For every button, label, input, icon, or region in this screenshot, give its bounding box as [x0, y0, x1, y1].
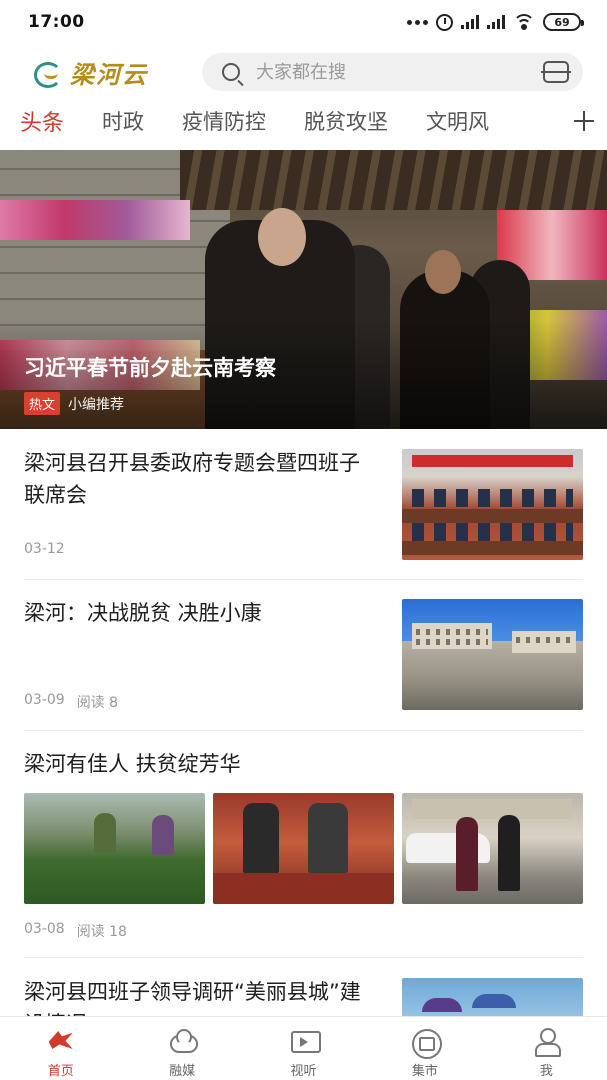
- tab-headline[interactable]: 头条: [20, 105, 64, 137]
- news-date: 03-08: [24, 921, 65, 937]
- news-thumbnail: [402, 978, 583, 1016]
- bottom-nav: 首页 融媒 视听 集市 我: [0, 1016, 607, 1080]
- news-item[interactable]: 梁河：决战脱贫 决胜小康 03-09 阅读 8: [0, 580, 607, 730]
- news-meta: 03-09 阅读 8: [24, 692, 118, 712]
- battery-icon: 69: [543, 13, 584, 31]
- nav-label: 视听: [290, 1064, 317, 1079]
- signal-icon-2: [487, 15, 505, 29]
- tab-politics[interactable]: 时政: [102, 106, 144, 136]
- plus-icon: [574, 111, 594, 131]
- tv-play-icon: [289, 1027, 321, 1055]
- nav-label: 我: [539, 1064, 553, 1079]
- search-input[interactable]: [256, 61, 543, 83]
- wifi-icon: [513, 14, 535, 30]
- news-thumbnail: [402, 793, 583, 904]
- hero-title: 习近平春节前夕赴云南考察: [24, 356, 276, 380]
- news-title: 梁河：决战脱贫 决胜小康: [24, 601, 262, 625]
- news-thumbnail: [213, 793, 394, 904]
- status-icons: 69: [407, 13, 584, 31]
- nav-label: 首页: [47, 1064, 74, 1079]
- tab-epidemic[interactable]: 疫情防控: [182, 106, 266, 136]
- news-thumbnail: [24, 793, 205, 904]
- news-title: 梁河县召开县委政府专题会暨四班子联席会: [24, 451, 360, 507]
- hero-photo-goods: [0, 200, 190, 240]
- cloud-icon: [167, 1027, 199, 1055]
- news-date: 03-09: [24, 692, 65, 708]
- user-icon: [531, 1027, 562, 1057]
- app-logo[interactable]: 梁河云: [34, 54, 174, 90]
- logo-mark-icon: [34, 60, 64, 88]
- search-box[interactable]: [202, 53, 583, 91]
- news-thumbnail: [402, 599, 583, 710]
- scan-icon[interactable]: [541, 61, 571, 83]
- add-channel-button[interactable]: [561, 98, 607, 144]
- hero-photo-head: [258, 208, 306, 266]
- tab-poverty[interactable]: 脱贫攻坚: [304, 106, 388, 136]
- news-item[interactable]: 梁河县召开县委政府专题会暨四班子联席会 03-12: [0, 429, 607, 579]
- nav-me[interactable]: 我: [486, 1017, 607, 1080]
- news-meta: 03-12: [24, 541, 65, 557]
- logo-text: 梁河云: [70, 59, 148, 89]
- signal-icon: [461, 15, 479, 29]
- app-header: 梁河云: [0, 52, 607, 92]
- nav-media[interactable]: 融媒: [121, 1017, 242, 1080]
- news-date: 03-12: [24, 541, 65, 557]
- nav-market[interactable]: 集市: [364, 1017, 485, 1080]
- news-item[interactable]: 梁河县四班子领导调研“美丽县城”建设情况: [0, 958, 607, 1016]
- hero-photo-ceiling: [180, 150, 607, 210]
- search-icon: [222, 63, 240, 81]
- nav-label: 集市: [411, 1064, 438, 1079]
- home-icon: [46, 1027, 76, 1055]
- nav-video[interactable]: 视听: [243, 1017, 364, 1080]
- hot-tag-badge: 热文: [24, 392, 61, 415]
- tab-civilization[interactable]: 文明风: [426, 106, 489, 136]
- nav-home[interactable]: 首页: [0, 1017, 121, 1080]
- news-item[interactable]: 梁河有佳人 扶贫绽芳华 03-08 阅读 18: [0, 731, 607, 957]
- tabs-fade: [523, 98, 563, 144]
- status-time: 17:00: [28, 12, 85, 32]
- news-title: 梁河县四班子领导调研“美丽县城”建设情况: [24, 980, 361, 1016]
- alarm-icon: [436, 13, 453, 31]
- channel-tabs: 头条 时政 疫情防控 脱贫攻坚 文明风: [0, 98, 607, 144]
- hero-photo-head: [425, 250, 461, 294]
- battery-level: 69: [554, 15, 570, 29]
- news-title: 梁河有佳人 扶贫绽芳华: [24, 752, 241, 776]
- nav-label: 融媒: [169, 1064, 196, 1079]
- news-reads: 阅读 8: [76, 695, 119, 711]
- market-bag-icon: [410, 1027, 442, 1059]
- news-meta: 03-08 阅读 18: [24, 921, 127, 941]
- hero-banner[interactable]: 习近平春节前夕赴云南考察 热文 小编推荐: [0, 150, 607, 429]
- news-thumbnail: [402, 449, 583, 560]
- news-reads: 阅读 18: [76, 924, 127, 940]
- hero-meta: 热文 小编推荐: [24, 392, 124, 415]
- status-bar: 17:00 69: [0, 0, 607, 44]
- hero-source: 小编推荐: [68, 396, 125, 413]
- more-dots-icon: [407, 19, 428, 25]
